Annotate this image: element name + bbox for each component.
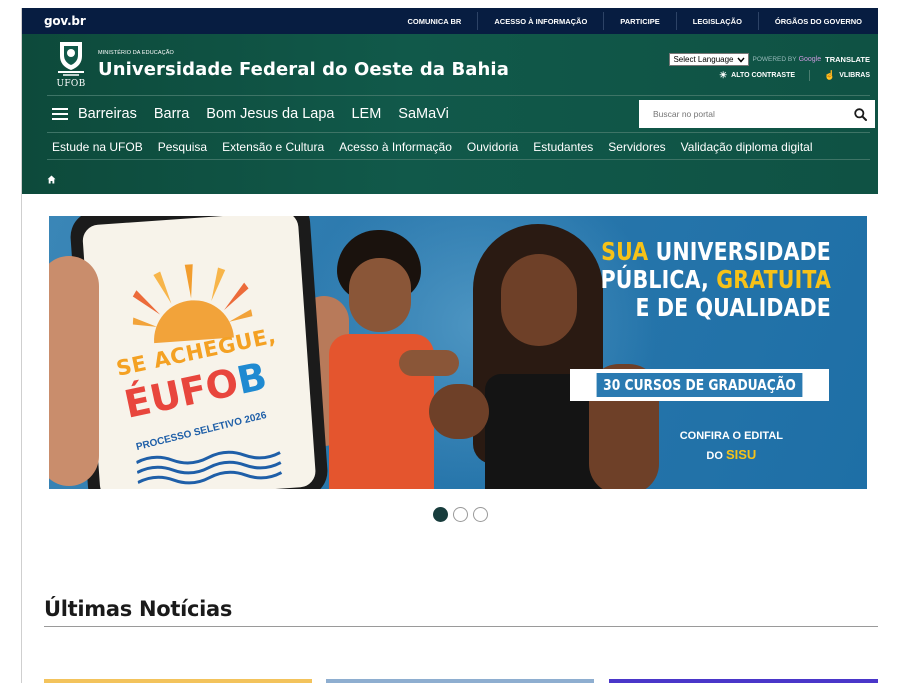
brand-text: MINISTÉRIO DA EDUCAÇÃO Universidade Fede… bbox=[98, 50, 509, 80]
hero-banner[interactable]: SE ACHEGUE, ÉUFOB PROCESSO SELETIVO 2026 bbox=[49, 216, 867, 489]
vlibras-label: VLIBRAS bbox=[839, 72, 870, 79]
chevron-down-icon bbox=[736, 57, 745, 63]
contrast-icon: ☀ bbox=[719, 70, 728, 80]
site-header: UFOB MINISTÉRIO DA EDUCAÇÃO Universidade… bbox=[22, 34, 878, 194]
govbr-links: COMUNICA BR ACESSO À INFORMAÇÃO PARTICIP… bbox=[391, 8, 878, 34]
do-sisu-line: DO SISU bbox=[680, 445, 783, 465]
nav-item-acesso[interactable]: Acesso à Informação bbox=[339, 140, 452, 154]
carousel-dot-2[interactable] bbox=[453, 507, 468, 522]
search-icon bbox=[853, 107, 867, 121]
ufob-crest-logo: UFOB bbox=[52, 40, 90, 90]
ministry-label: MINISTÉRIO DA EDUCAÇÃO bbox=[98, 50, 174, 56]
search-input[interactable] bbox=[639, 100, 845, 128]
crest-icon bbox=[58, 42, 84, 76]
courses-badge: 30 CURSOS DE GRADUAÇÃO bbox=[570, 369, 829, 401]
header-divider bbox=[47, 95, 870, 96]
carousel-dot-1[interactable] bbox=[433, 507, 448, 522]
govbr-link-orgaos[interactable]: ÓRGÃOS DO GOVERNO bbox=[757, 12, 878, 30]
headline-publica: PÚBLICA, bbox=[600, 265, 709, 294]
campus-link-barreiras[interactable]: Barreiras bbox=[78, 106, 137, 122]
language-select[interactable]: Select Language bbox=[669, 53, 749, 66]
page: gov.br COMUNICA BR ACESSO À INFORMAÇÃO P… bbox=[0, 0, 906, 683]
university-name[interactable]: Universidade Federal do Oeste da Bahia bbox=[98, 59, 509, 80]
home-icon[interactable] bbox=[47, 175, 56, 184]
banner-headline: SUA UNIVERSIDADE PÚBLICA, GRATUITA E DE … bbox=[550, 238, 831, 322]
nav-item-servidores[interactable]: Servidores bbox=[608, 140, 665, 154]
vlibras-toggle[interactable]: ☝ VLIBRAS bbox=[809, 70, 870, 81]
news-card-3[interactable] bbox=[609, 679, 878, 683]
do-label: DO bbox=[706, 449, 723, 462]
nav-item-pesquisa[interactable]: Pesquisa bbox=[158, 140, 207, 154]
translate-label: TRANSLATE bbox=[825, 55, 870, 64]
breadcrumb bbox=[47, 171, 56, 189]
news-card-2[interactable] bbox=[326, 679, 594, 683]
sisu-label: SISU bbox=[725, 446, 757, 462]
news-card-1[interactable] bbox=[44, 679, 312, 683]
google-label: Google bbox=[798, 56, 822, 63]
phone-screen: SE ACHEGUE, ÉUFOB PROCESSO SELETIVO 2026 bbox=[81, 216, 317, 489]
headline-sua: SUA bbox=[601, 237, 649, 266]
main-nav: Estude na UFOB Pesquisa Extensão e Cultu… bbox=[52, 137, 828, 157]
campus-row: Barreiras Barra Bom Jesus da Lapa LEM Sa… bbox=[52, 100, 466, 128]
powered-by-label: POWERED BY bbox=[752, 56, 797, 63]
headline-gratuita: GRATUITA bbox=[716, 265, 831, 294]
header-divider bbox=[47, 159, 870, 160]
nav-item-validacao[interactable]: Validação diploma digital bbox=[681, 140, 813, 154]
carousel-dot-3[interactable] bbox=[473, 507, 488, 522]
nav-item-ouvidoria[interactable]: Ouvidoria bbox=[467, 140, 518, 154]
govbr-link-comunica[interactable]: COMUNICA BR bbox=[391, 12, 477, 30]
high-contrast-label: ALTO CONTRASTE bbox=[731, 72, 796, 79]
campus-link-bom-jesus-da-lapa[interactable]: Bom Jesus da Lapa bbox=[206, 106, 334, 122]
carousel-dots bbox=[433, 507, 488, 522]
govbr-link-legislacao[interactable]: LEGISLAÇÃO bbox=[675, 12, 758, 30]
govbr-link-participe[interactable]: PARTICIPE bbox=[603, 12, 675, 30]
accessibility-row: ☀ ALTO CONTRASTE ☝ VLIBRAS bbox=[705, 70, 870, 81]
hamburger-menu-icon[interactable] bbox=[52, 108, 68, 120]
headline-line3: E DE QUALIDADE bbox=[635, 293, 831, 322]
search-box bbox=[639, 100, 875, 128]
student-illustration-1 bbox=[319, 230, 469, 489]
edital-callout[interactable]: CONFIRA O EDITAL DO SISU bbox=[680, 428, 783, 464]
news-section-title: Últimas Notícias bbox=[44, 597, 233, 621]
confira-label: CONFIRA O EDITAL bbox=[679, 430, 783, 442]
high-contrast-toggle[interactable]: ☀ ALTO CONTRASTE bbox=[705, 70, 809, 81]
crest-label: UFOB bbox=[56, 79, 86, 89]
brand[interactable]: UFOB MINISTÉRIO DA EDUCAÇÃO Universidade… bbox=[52, 40, 509, 90]
courses-label: 30 CURSOS DE GRADUAÇÃO bbox=[596, 373, 803, 397]
language-row: Select Language POWERED BY Google TRANSL… bbox=[669, 53, 870, 66]
header-divider bbox=[47, 132, 870, 133]
headline-line2: PÚBLICA, GRATUITA bbox=[601, 266, 831, 294]
govbr-logo[interactable]: gov.br bbox=[44, 14, 86, 28]
campus-link-samavi[interactable]: SaMaVi bbox=[398, 106, 449, 122]
nav-item-estudantes[interactable]: Estudantes bbox=[533, 140, 593, 154]
search-button[interactable] bbox=[845, 100, 875, 128]
headline-line1: SUA UNIVERSIDADE bbox=[601, 238, 831, 266]
govbr-bar: gov.br COMUNICA BR ACESSO À INFORMAÇÃO P… bbox=[22, 8, 878, 34]
headline-universidade: UNIVERSIDADE bbox=[655, 237, 831, 266]
nav-item-extensao[interactable]: Extensão e Cultura bbox=[222, 140, 324, 154]
hand-sign-icon: ☝ bbox=[824, 70, 836, 80]
news-divider bbox=[44, 626, 878, 627]
govbr-link-acesso[interactable]: ACESSO À INFORMAÇÃO bbox=[477, 12, 603, 30]
campus-link-lem[interactable]: LEM bbox=[351, 106, 381, 122]
hand-illustration bbox=[49, 256, 99, 486]
language-select-value: Select Language bbox=[673, 55, 734, 64]
nav-item-estude[interactable]: Estude na UFOB bbox=[52, 140, 143, 154]
phone-illustration: SE ACHEGUE, ÉUFOB PROCESSO SELETIVO 2026 bbox=[68, 216, 330, 489]
campus-link-barra[interactable]: Barra bbox=[154, 106, 189, 122]
